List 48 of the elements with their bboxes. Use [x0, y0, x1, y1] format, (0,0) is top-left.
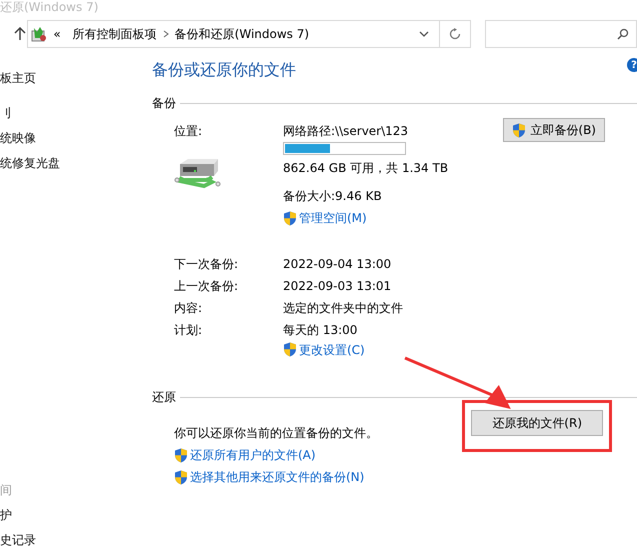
field-label: 位置:: [174, 123, 204, 140]
chevron-icon: [162, 30, 169, 38]
shield-icon: [283, 210, 297, 226]
shield-icon: [283, 342, 297, 357]
refresh-icon: [449, 28, 462, 40]
refresh-button[interactable]: [440, 20, 472, 48]
section-heading: 备份: [152, 95, 176, 112]
shield-icon: [174, 470, 188, 484]
detail-label: 上一次备份:: [174, 278, 240, 294]
breadcrumb-item[interactable]: 所有控制面板项: [66, 25, 163, 43]
restore-description: 你可以还原你当前的位置备份的文件。: [174, 425, 378, 442]
detail-label: 内容:: [174, 300, 204, 316]
section-heading: 还原: [152, 389, 176, 406]
restore-option-link[interactable]: 选择其他用来还原文件的备份(N): [190, 468, 364, 486]
shield-icon: [512, 122, 526, 138]
help-button[interactable]: ?: [627, 58, 637, 72]
up-arrow-icon[interactable]: [14, 27, 26, 41]
search-icon[interactable]: [617, 28, 630, 40]
detail-value: 选定的文件夹中的文件: [283, 300, 403, 316]
shield-icon: [174, 448, 188, 462]
detail-label: 下一次备份:: [174, 256, 240, 272]
network-drive-icon: [174, 158, 222, 190]
restore-files-button[interactable]: 还原我的文件(R): [471, 410, 603, 436]
location-path: 网络路径:\\server\123: [283, 123, 410, 140]
sidebar-link[interactable]: 统映像: [0, 126, 140, 151]
sidebar-link[interactable]: 统修复光盘: [0, 151, 140, 176]
sidebar-link[interactable]: 史记录: [0, 528, 140, 553]
sidebar-link[interactable]: 板主页: [0, 66, 140, 91]
restore-option-link[interactable]: 还原所有用户的文件(A): [190, 446, 316, 464]
detail-label: 计划:: [174, 322, 204, 338]
backup-now-button[interactable]: 立即备份(B): [503, 118, 605, 142]
sidebar-link[interactable]: 护: [0, 503, 140, 528]
change-settings-link[interactable]: 更改设置(C): [299, 340, 365, 358]
breadcrumb-overflow[interactable]: «: [47, 25, 67, 43]
detail-value: 2022-09-03 13:01: [283, 278, 392, 294]
control-panel-icon: [31, 26, 48, 42]
manage-space-link[interactable]: 管理空间(M): [299, 209, 367, 227]
detail-value: 2022-09-04 13:00: [283, 256, 392, 272]
backup-size-text: 备份大小:9.46 KB: [283, 188, 383, 205]
free-space-text: 862.64 GB 可用，共 1.34 TB: [283, 160, 450, 177]
window-title: 还原(Windows 7): [0, 0, 100, 16]
detail-value: 每天的 13:00: [283, 322, 358, 338]
breadcrumb-item[interactable]: 备份和还原(Windows 7): [168, 25, 316, 43]
sidebar-link[interactable]: 刂: [0, 101, 140, 126]
address-bar[interactable]: « 所有控制面板项 备份和还原(Windows 7): [27, 20, 440, 48]
dropdown-chevron-icon[interactable]: [419, 31, 430, 37]
search-field[interactable]: [485, 20, 637, 48]
page-heading: 备份或还原你的文件: [152, 59, 296, 81]
